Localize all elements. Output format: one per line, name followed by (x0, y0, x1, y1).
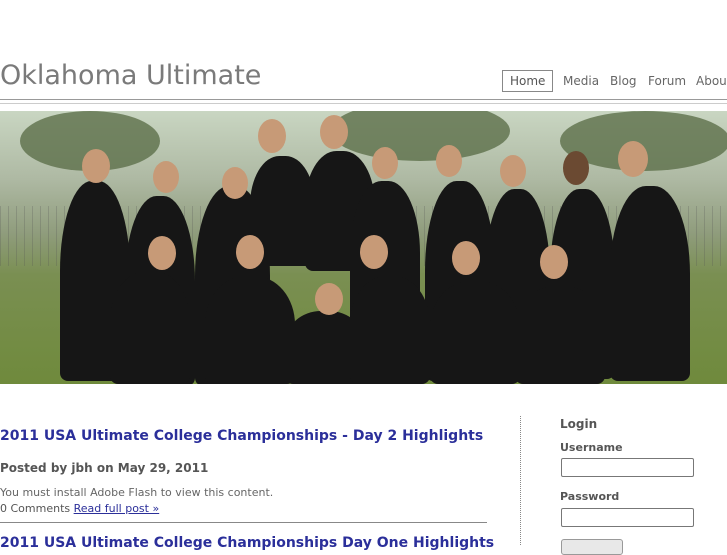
comments-count[interactable]: 0 Comments (0, 502, 70, 515)
player-figure (515, 286, 605, 384)
player-figure (110, 271, 190, 384)
player-head (222, 167, 248, 199)
player-head (82, 149, 110, 183)
header-rule-light (0, 103, 727, 104)
player-figure (205, 276, 295, 384)
player-head (148, 236, 176, 270)
sidebar-divider (520, 416, 521, 545)
nav-forum[interactable]: Forum (648, 70, 686, 92)
nav-media[interactable]: Media (563, 70, 599, 92)
password-label: Password (560, 490, 620, 503)
player-head (452, 241, 480, 275)
player-head (153, 161, 179, 193)
post-separator (0, 522, 487, 523)
player-figure (350, 276, 430, 384)
tree-shape (330, 111, 510, 161)
player-head (360, 235, 388, 269)
main-nav: Home Media Blog Forum About (502, 70, 727, 92)
player-head (436, 145, 462, 177)
read-full-post-link[interactable]: Read full post » (74, 502, 160, 515)
password-input[interactable] (561, 508, 694, 527)
post-title-2[interactable]: 2011 USA Ultimate College Championships … (0, 535, 494, 551)
player-head (320, 115, 348, 149)
login-button[interactable] (561, 539, 623, 555)
player-head (540, 245, 568, 279)
post-title-1[interactable]: 2011 USA Ultimate College Championships … (0, 428, 483, 444)
player-head (372, 147, 398, 179)
player-figure (610, 186, 690, 381)
nav-home[interactable]: Home (502, 70, 554, 92)
player-head (315, 283, 343, 315)
site-title[interactable]: Oklahoma Ultimate (0, 60, 261, 91)
header-rule (0, 99, 727, 100)
post-meta: Posted by jbh on May 29, 2011 (0, 461, 209, 475)
post-footer: 0 Comments Read full post » (0, 502, 159, 515)
login-heading: Login (560, 417, 598, 431)
player-head (500, 155, 526, 187)
player-head (563, 151, 589, 185)
username-label: Username (560, 441, 623, 454)
flash-notice: You must install Adobe Flash to view thi… (0, 486, 274, 499)
nav-blog[interactable]: Blog (610, 70, 637, 92)
player-head (236, 235, 264, 269)
player-head (618, 141, 648, 177)
nav-about[interactable]: About (696, 70, 727, 92)
banner-team-photo (0, 111, 727, 384)
player-head (258, 119, 286, 153)
username-input[interactable] (561, 458, 694, 477)
player-figure (430, 281, 520, 384)
